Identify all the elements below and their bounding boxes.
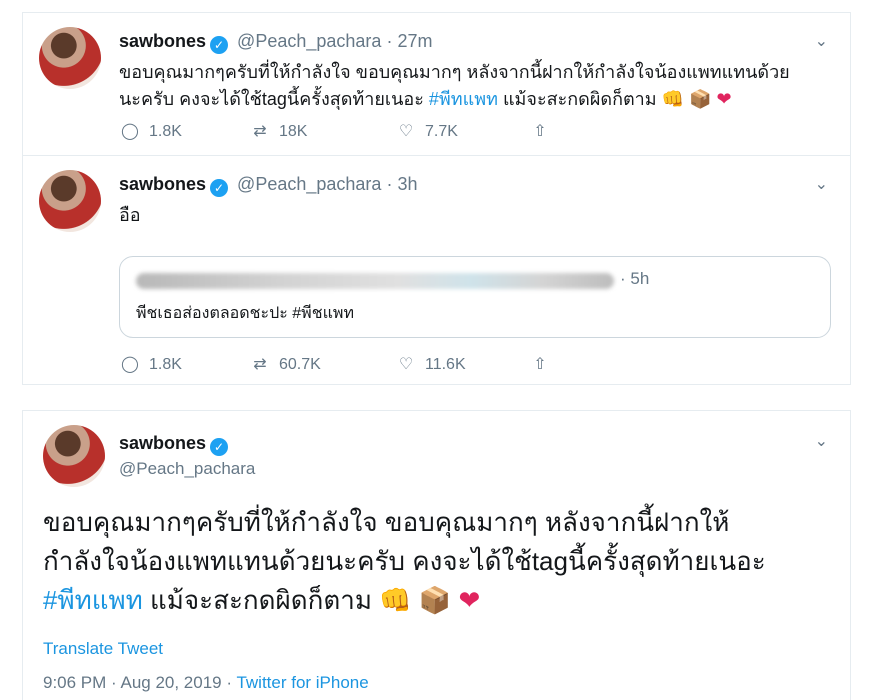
tweet-text-line: แม้จะสะกดผิดก็ตาม <box>142 585 380 615</box>
reply-icon: ◯ <box>121 123 139 140</box>
chevron-down-icon[interactable]: ⌄ <box>815 431 828 451</box>
verified-badge-icon: ✓ <box>210 438 229 456</box>
tweet[interactable]: sawbones ✓ @Peach_pachara · 27m ⌄ ขอบคุณม… <box>23 13 850 156</box>
heart-outline-icon: ♡ <box>398 356 414 373</box>
separator-dot: · <box>386 31 393 51</box>
timeline-card: sawbones ✓ @Peach_pachara · 27m ⌄ ขอบคุณม… <box>22 12 851 385</box>
display-name[interactable]: sawbones ✓ <box>119 433 232 456</box>
tweet-timestamp[interactable]: 9:06 PM · Aug 20, 2019 · <box>43 673 236 692</box>
tweet-time[interactable]: 27m <box>397 31 432 51</box>
tweet-text: ขอบคุณมากๆครับที่ให้กำลังใจ ขอบคุณมากๆ ห… <box>43 503 832 620</box>
retweet-icon: ⇄ <box>253 356 267 373</box>
like-count: 11.6K <box>425 356 466 373</box>
tweet-text-line: กำลังใจน้องแพทแทนด้วยนะครับ คงจะได้ใช้ta… <box>43 546 766 576</box>
quoted-tweet-time: · 5h <box>620 269 650 288</box>
tweet-text: ขอบคุณมากๆครับที่ให้กำลังใจ ขอบคุณมากๆ ห… <box>119 59 826 113</box>
share-button[interactable]: ⇧ <box>529 354 559 374</box>
blurred-quoted-author <box>136 273 614 289</box>
tweet-header: sawbones ✓ @Peach_pachara · 27m <box>119 31 432 54</box>
share-button[interactable]: ⇧ <box>529 121 559 141</box>
reply-button[interactable]: ◯ 1.8K <box>119 354 182 374</box>
hashtag-link[interactable]: #พีทแพท <box>429 89 498 109</box>
heart-emoji-icon: ❤ <box>458 585 481 615</box>
tweet-text-line: แม้จะสะกดผิดก็ตาม <box>497 89 662 109</box>
avatar[interactable] <box>39 170 101 232</box>
display-name-text: sawbones <box>119 433 207 453</box>
reply-count: 1.8K <box>149 356 182 373</box>
quoted-tweet[interactable]: · 5h พีชเธอส่องตลอดชะปะ #พีชแพท <box>119 256 831 338</box>
display-name[interactable]: sawbones <box>119 174 206 194</box>
tweet-meta: 9:06 PM · Aug 20, 2019 · Twitter for iPh… <box>43 673 369 693</box>
retweet-count: 60.7K <box>279 356 321 373</box>
share-icon: ⇧ <box>533 356 547 373</box>
retweet-icon: ⇄ <box>253 123 267 140</box>
package-emoji-icon: 📦 <box>418 585 452 615</box>
package-emoji-icon: 📦 <box>689 89 712 109</box>
user-handle[interactable]: @Peach_pachara <box>119 459 255 479</box>
user-handle[interactable]: @Peach_pachara <box>237 174 381 194</box>
tweet[interactable]: sawbones ✓ @Peach_pachara · 3h ⌄ อือ · 5h… <box>23 156 850 386</box>
verified-badge-icon: ✓ <box>210 179 229 197</box>
tweet-text-line: ขอบคุณมากๆครับที่ให้กำลังใจ ขอบคุณมากๆ ห… <box>43 507 730 537</box>
fist-emoji-icon: 👊 <box>661 89 685 109</box>
reply-icon: ◯ <box>121 356 139 373</box>
reply-button[interactable]: ◯ 1.8K <box>119 121 182 141</box>
like-count: 7.7K <box>425 123 458 140</box>
tweet-text-line: ขอบคุณมากๆครับที่ให้กำลังใจ ขอบคุณมากๆ ห… <box>119 62 790 82</box>
tweet-text-line: นะครับ คงจะได้ใช้tagนี้ครั้งสุดท้ายเนอะ <box>119 89 429 109</box>
chevron-down-icon[interactable]: ⌄ <box>815 31 828 51</box>
retweet-button[interactable]: ⇄ 18K <box>249 121 307 141</box>
translate-tweet-link[interactable]: Translate Tweet <box>43 639 163 659</box>
tweet-time[interactable]: 3h <box>397 174 417 194</box>
fist-emoji-icon: 👊 <box>379 585 412 615</box>
avatar[interactable] <box>39 27 101 89</box>
focused-tweet-card[interactable]: sawbones ✓ @Peach_pachara ⌄ ขอบคุณมากๆครั… <box>22 410 851 700</box>
retweet-button[interactable]: ⇄ 60.7K <box>249 354 321 374</box>
tweet-text: อือ <box>119 205 141 225</box>
like-button[interactable]: ♡ 11.6K <box>395 354 466 374</box>
retweet-count: 18K <box>279 123 308 140</box>
avatar[interactable] <box>43 425 105 487</box>
verified-badge-icon: ✓ <box>210 36 229 54</box>
client-link[interactable]: Twitter for iPhone <box>236 673 368 692</box>
display-name[interactable]: sawbones <box>119 31 206 51</box>
quoted-tweet-text: พีชเธอส่องตลอดชะปะ #พีชแพท <box>136 305 354 322</box>
heart-emoji-icon: ❤ <box>716 89 732 109</box>
share-icon: ⇧ <box>533 123 547 140</box>
like-button[interactable]: ♡ 7.7K <box>395 121 458 141</box>
reply-count: 1.8K <box>149 123 182 140</box>
hashtag-link[interactable]: #พีทแพท <box>43 585 143 615</box>
user-handle[interactable]: @Peach_pachara <box>237 31 381 51</box>
separator-dot: · <box>386 174 393 194</box>
tweet-header: sawbones ✓ @Peach_pachara · 3h <box>119 174 417 197</box>
heart-outline-icon: ♡ <box>398 123 414 140</box>
chevron-down-icon[interactable]: ⌄ <box>815 174 828 194</box>
